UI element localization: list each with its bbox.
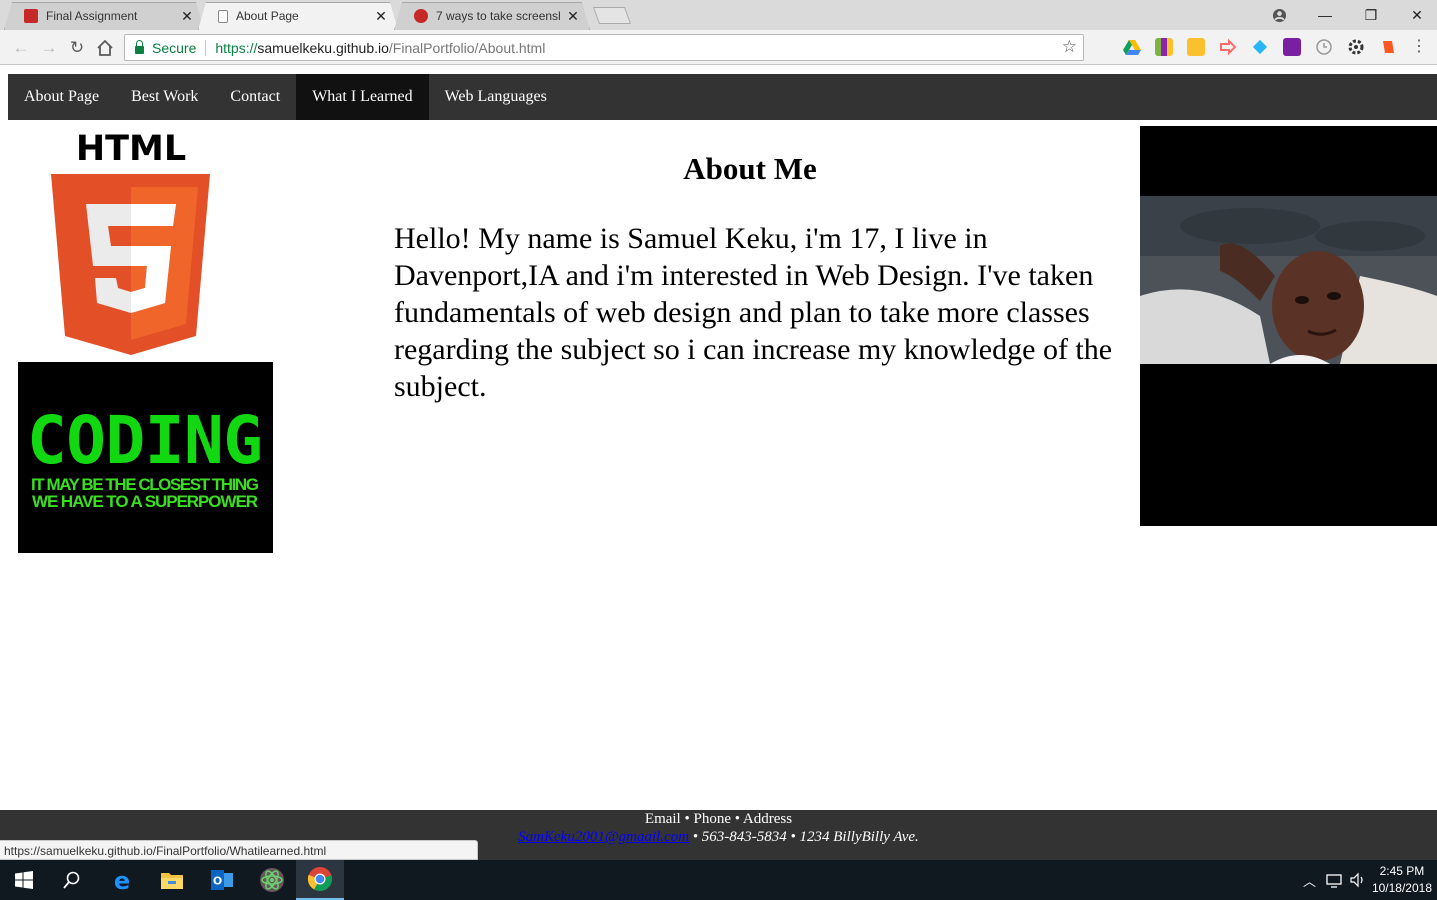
home-icon[interactable] <box>93 36 117 60</box>
google-drive-icon[interactable] <box>1123 38 1141 56</box>
tab-screenshot-article[interactable]: 7 ways to take screensho ✕ <box>394 2 590 30</box>
close-tab-icon[interactable]: ✕ <box>180 8 194 25</box>
settings-extension-icon[interactable] <box>1347 38 1365 56</box>
extension-stripes-icon[interactable] <box>1155 38 1173 56</box>
network-icon[interactable] <box>1326 860 1344 900</box>
search-icon[interactable] <box>48 860 96 900</box>
bookmark-extension-icon[interactable] <box>1379 38 1397 56</box>
footer-details: • 563-843-5834 • 1234 BillyBilly Ave. <box>689 829 919 845</box>
classroom-favicon-icon <box>24 9 38 23</box>
windows-start-icon[interactable] <box>0 860 48 900</box>
nav-about-page[interactable]: About Page <box>8 74 115 120</box>
nav-web-languages[interactable]: Web Languages <box>429 74 563 120</box>
url-scheme: https:// <box>215 39 258 56</box>
onenote-icon[interactable] <box>1283 38 1301 56</box>
clock-extension-icon[interactable] <box>1315 38 1333 56</box>
coding-line2: WE HAVE TO A SUPERPOWER <box>32 492 258 511</box>
lock-icon <box>135 39 144 54</box>
footer-heading: Email • Phone • Address <box>644 811 793 827</box>
cnet-favicon-icon <box>414 9 428 23</box>
html5-logo-text: HTML <box>76 129 186 169</box>
html5-logo: HTML <box>48 128 214 356</box>
coding-superpower-image: CODING IT MAY BE THE CLOSEST THING WE HA… <box>18 362 273 553</box>
bookmark-star-icon[interactable]: ☆ <box>1062 37 1077 57</box>
site-nav: About Page Best Work Contact What I Lear… <box>8 74 1437 120</box>
close-window-icon[interactable]: ✕ <box>1394 0 1437 30</box>
nav-what-i-learned[interactable]: What I Learned <box>296 74 429 120</box>
new-tab-button[interactable] <box>592 7 632 24</box>
back-arrow-icon[interactable]: ← <box>9 36 33 60</box>
url-host: samuelkeku.github.io <box>257 39 389 56</box>
footer-email-link[interactable]: SamKeku2001@gmaail.com <box>518 829 689 845</box>
file-explorer-icon[interactable] <box>148 860 196 900</box>
share-extension-icon[interactable] <box>1219 38 1237 56</box>
reload-icon[interactable]: ↻ <box>65 36 89 60</box>
close-tab-icon[interactable]: ✕ <box>566 8 580 25</box>
menu-kebab-icon[interactable]: ⋮ <box>1411 38 1427 56</box>
minimize-icon[interactable]: — <box>1302 0 1348 30</box>
volume-icon[interactable] <box>1350 860 1366 900</box>
atom-editor-icon[interactable] <box>248 860 296 900</box>
tab-about-page[interactable]: About Page ✕ <box>198 2 398 30</box>
system-clock[interactable]: 2:45 PM 10/18/2018 <box>1372 863 1432 897</box>
link-status-bar: https://samuelkeku.github.io/FinalPortfo… <box>0 840 478 860</box>
nav-contact[interactable]: Contact <box>214 74 296 120</box>
secure-label: Secure <box>152 39 197 56</box>
diamond-extension-icon[interactable] <box>1251 38 1269 56</box>
tray-chevron-icon[interactable]: ︿ <box>1303 860 1316 900</box>
clock-time: 2:45 PM <box>1379 864 1425 878</box>
svg-text:e: e <box>114 868 130 892</box>
restore-icon[interactable]: ❐ <box>1348 0 1394 30</box>
page-favicon-icon <box>218 9 228 23</box>
chrome-taskbar-icon[interactable] <box>296 860 344 900</box>
clock-date: 10/18/2018 <box>1371 881 1432 895</box>
nav-best-work[interactable]: Best Work <box>115 74 214 120</box>
about-paragraph: Hello! My name is Samuel Keku, i'm 17, I… <box>394 222 1113 403</box>
forward-arrow-icon[interactable]: → <box>37 36 61 60</box>
svg-text:O: O <box>213 875 222 888</box>
address-bar[interactable]: Secure https:// samuelkeku.github.io /Fi… <box>124 34 1084 61</box>
profile-icon[interactable] <box>1256 0 1302 30</box>
tab-strip: Final Assignment ✕ About Page ✕ 7 ways t… <box>0 0 1437 30</box>
tab-final-assignment[interactable]: Final Assignment ✕ <box>4 2 204 30</box>
about-title: About Me <box>683 151 817 186</box>
outlook-icon[interactable]: O <box>198 860 246 900</box>
edge-browser-icon[interactable]: e <box>98 860 146 900</box>
google-classroom-icon[interactable] <box>1187 38 1205 56</box>
windows-taskbar: e O ︿ 2:45 PM 10/18/2018 <box>0 860 1437 900</box>
coding-title: CODING <box>27 402 263 479</box>
url-path: /FinalPortfolio/About.html <box>388 39 546 56</box>
close-tab-icon[interactable]: ✕ <box>374 8 388 25</box>
profile-photo <box>1140 126 1437 526</box>
